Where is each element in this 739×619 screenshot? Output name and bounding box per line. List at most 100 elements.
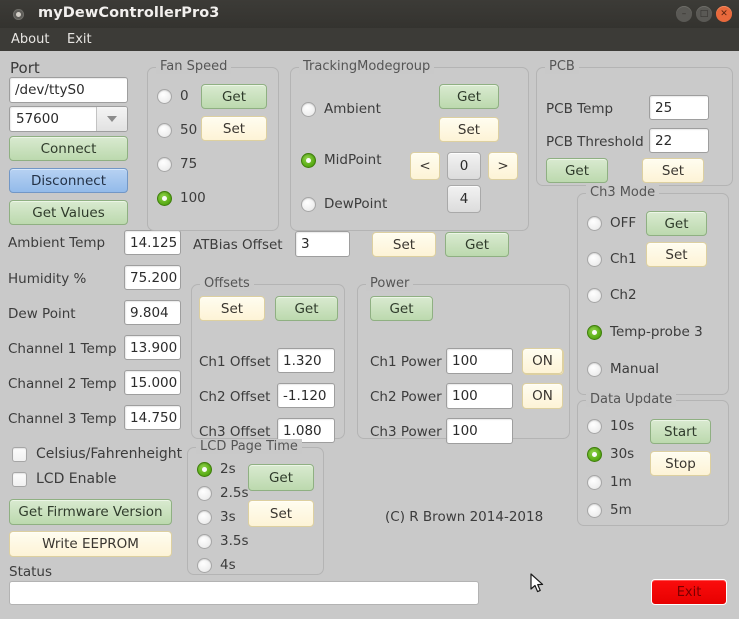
lcd-enable-checkbox[interactable]: LCD Enable — [12, 471, 117, 487]
radio-icon — [301, 152, 316, 168]
baud-rate-select[interactable]: 57600 — [9, 106, 128, 132]
fan-speed-get-button[interactable]: Get — [201, 84, 267, 109]
lcd-page-time-group: LCD Page Time 2s 2.5s 3s 3.5s 4s Get Set — [187, 439, 324, 575]
data-update-start-button[interactable]: Start — [650, 419, 711, 444]
offsets-get-button[interactable]: Get — [275, 296, 338, 321]
ch1-power-toggle-button[interactable]: ON — [522, 348, 563, 374]
atbias-set-button[interactable]: Set — [372, 232, 436, 257]
fan-speed-option-75[interactable]: 75 — [157, 156, 197, 172]
lcd-page-time-option-2-5s-label: 2.5s — [220, 485, 249, 501]
atbias-offset-input[interactable]: 3 — [295, 231, 350, 257]
pcb-threshold-label: PCB Threshold — [546, 134, 644, 150]
ch3-mode-set-button[interactable]: Set — [646, 242, 707, 267]
data-update-option-30s-label: 30s — [610, 446, 635, 462]
ch3-mode-option-ch1[interactable]: Ch1 — [587, 251, 637, 267]
radio-icon — [197, 533, 212, 549]
tracking-mode-spin-value[interactable]: 0 — [447, 152, 481, 180]
tracking-mode-next-button[interactable]: > — [488, 152, 518, 180]
ch2-offset-input[interactable]: -1.120 — [277, 383, 335, 408]
tracking-mode-option-dewpoint[interactable]: DewPoint — [301, 196, 387, 212]
app-icon — [13, 9, 24, 20]
celsius-fahrenheit-checkbox[interactable]: Celsius/Fahrenheight — [12, 446, 182, 462]
ch3-mode-option-off[interactable]: OFF — [587, 215, 636, 231]
pcb-set-button[interactable]: Set — [642, 158, 704, 183]
radio-icon — [197, 509, 212, 525]
fan-speed-option-75-label: 75 — [180, 156, 198, 172]
lcd-page-time-option-3s[interactable]: 3s — [197, 509, 236, 525]
ch2-power-input[interactable]: 100 — [446, 383, 513, 409]
ch3-mode-option-temp-probe-3[interactable]: Temp-probe 3 — [587, 324, 703, 340]
menu-item-exit[interactable]: Exit — [62, 31, 97, 48]
radio-icon — [587, 446, 602, 462]
lcd-page-time-set-button[interactable]: Set — [248, 500, 314, 527]
data-update-option-30s[interactable]: 30s — [587, 446, 634, 462]
pcb-get-button[interactable]: Get — [546, 158, 608, 183]
pcb-threshold-value[interactable]: 22 — [649, 128, 709, 153]
fan-speed-option-0[interactable]: 0 — [157, 88, 189, 104]
fan-speed-set-button[interactable]: Set — [201, 116, 267, 141]
get-values-button[interactable]: Get Values — [9, 200, 128, 225]
close-button[interactable]: ✕ — [716, 6, 732, 22]
data-update-option-10s[interactable]: 10s — [587, 418, 634, 434]
status-input[interactable] — [9, 581, 479, 605]
port-device-input[interactable]: /dev/ttyS0 — [9, 77, 128, 103]
data-update-option-1m[interactable]: 1m — [587, 474, 632, 490]
ch1-power-input[interactable]: 100 — [446, 348, 513, 374]
offsets-set-button[interactable]: Set — [199, 296, 265, 321]
fan-speed-option-100[interactable]: 100 — [157, 190, 206, 206]
lcd-page-time-option-2s[interactable]: 2s — [197, 461, 236, 477]
application-window: myDewControllerPro3 – □ ✕ About Exit Por… — [0, 0, 739, 619]
exit-button[interactable]: Exit — [651, 579, 727, 605]
baud-rate-value: 57600 — [16, 111, 59, 127]
get-firmware-version-button[interactable]: Get Firmware Version — [9, 499, 172, 525]
fan-speed-option-50[interactable]: 50 — [157, 122, 197, 138]
fan-speed-option-50-label: 50 — [180, 122, 198, 138]
disconnect-button[interactable]: Disconnect — [9, 168, 128, 193]
connect-button[interactable]: Connect — [9, 136, 128, 161]
tracking-mode-option-ambient[interactable]: Ambient — [301, 101, 381, 117]
readout-value-channel-3-temp: 14.750 — [124, 405, 181, 430]
menu-item-about[interactable]: About — [6, 31, 54, 48]
ch3-mode-option-manual[interactable]: Manual — [587, 361, 659, 377]
lcd-page-time-option-3-5s[interactable]: 3.5s — [197, 533, 249, 549]
offsets-group-title: Offsets — [200, 276, 254, 291]
mouse-cursor — [530, 573, 544, 593]
minimize-button[interactable]: – — [676, 6, 692, 22]
readout-value-dew-point: 9.804 — [124, 300, 181, 325]
radio-icon — [197, 461, 212, 477]
radio-icon — [587, 474, 602, 490]
tracking-mode-set-button[interactable]: Set — [439, 117, 499, 142]
readout-label-ambient-temp: Ambient Temp — [8, 235, 106, 251]
ch1-offset-input[interactable]: 1.320 — [277, 348, 335, 373]
maximize-button[interactable]: □ — [696, 6, 712, 22]
tracking-mode-secondary-value[interactable]: 4 — [447, 185, 481, 213]
status-label: Status — [9, 564, 53, 580]
lcd-page-time-option-2-5s[interactable]: 2.5s — [197, 485, 249, 501]
power-group-title: Power — [366, 276, 414, 291]
menu-bar: About Exit — [0, 28, 739, 51]
ch3-mode-group-title: Ch3 Mode — [586, 185, 660, 200]
ch3-power-input[interactable]: 100 — [446, 418, 513, 444]
ch3-mode-option-off-label: OFF — [610, 215, 637, 231]
tracking-mode-option-midpoint[interactable]: MidPoint — [301, 152, 382, 168]
ch3-offset-label: Ch3 Offset — [199, 424, 271, 440]
atbias-get-button[interactable]: Get — [445, 232, 509, 257]
ch3-mode-get-button[interactable]: Get — [646, 211, 707, 236]
fan-speed-option-100-label: 100 — [180, 190, 206, 206]
data-update-option-5m[interactable]: 5m — [587, 502, 632, 518]
pcb-group: PCB PCB Temp 25 PCB Threshold 22 Get Set — [536, 59, 733, 186]
pcb-temp-value[interactable]: 25 — [649, 95, 709, 120]
ch2-power-toggle-button[interactable]: ON — [522, 383, 563, 409]
port-section-title: Port — [10, 59, 40, 77]
ch2-offset-label: Ch2 Offset — [199, 389, 271, 405]
ch3-mode-option-ch2[interactable]: Ch2 — [587, 287, 637, 303]
lcd-page-time-get-button[interactable]: Get — [248, 464, 314, 491]
lcd-page-time-option-4s[interactable]: 4s — [197, 557, 236, 573]
power-get-button[interactable]: Get — [370, 296, 433, 321]
readout-label-channel-3-temp: Channel 3 Temp — [8, 411, 117, 427]
write-eeprom-button[interactable]: Write EEPROM — [9, 531, 172, 557]
tracking-mode-get-button[interactable]: Get — [439, 84, 499, 109]
tracking-mode-prev-button[interactable]: < — [410, 152, 440, 180]
data-update-stop-button[interactable]: Stop — [650, 451, 711, 476]
tracking-mode-group-title: TrackingModegroup — [299, 59, 435, 74]
